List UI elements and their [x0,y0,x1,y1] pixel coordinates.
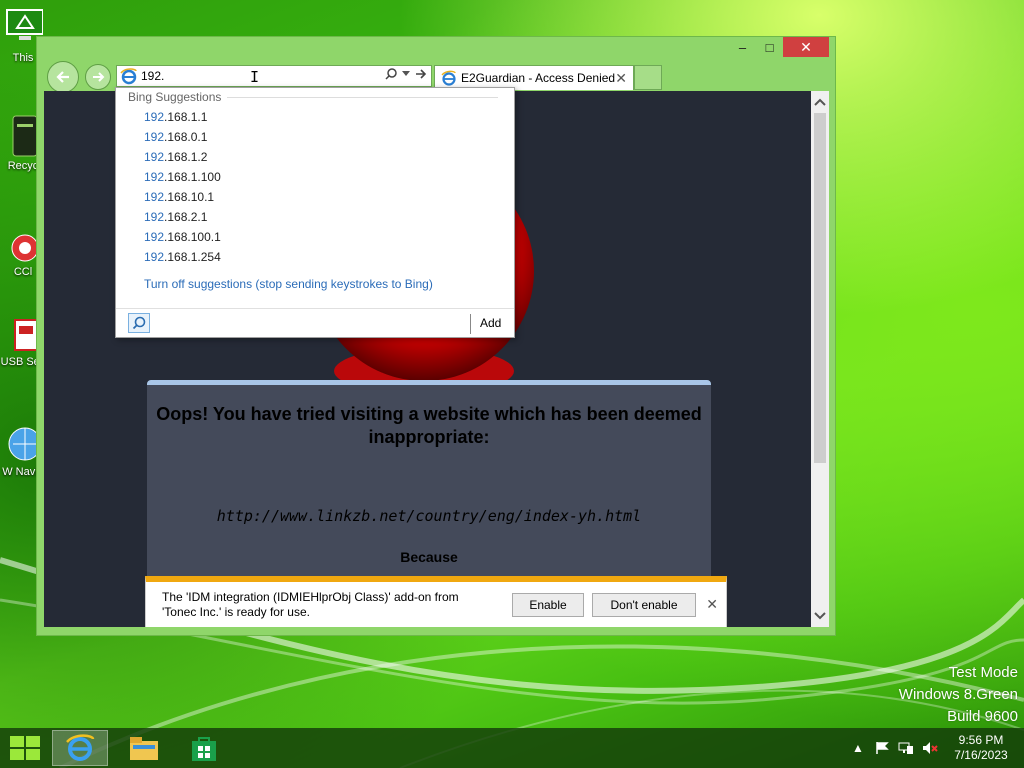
clock-date: 7/16/2023 [954,748,1008,762]
desktop-icon-label: CCl [13,266,33,278]
clock-time: 9:56 PM [958,733,1004,747]
notification-text: The 'IDM integration (IDMIEHlprObj Class… [162,590,459,619]
dont-enable-button[interactable]: Don't enable [592,593,696,617]
suggestion-rest: .168.1.2 [164,150,208,164]
because-label: Because [400,549,458,565]
suggestion-rest: .168.100.1 [164,230,221,244]
go-arrow-icon[interactable] [415,68,427,80]
suggestion-rest: .168.1.254 [164,250,221,264]
address-tools [385,68,427,80]
suggestion-match: 192 [144,250,165,264]
address-bar[interactable] [116,65,432,87]
arrow-left-icon [56,71,69,83]
suggestion-match: 192 [144,130,165,144]
watermark-line: Windows 8.Green [898,686,1018,703]
suggestions-footer: Add [116,308,514,338]
back-button[interactable] [47,61,79,93]
tab-close-icon[interactable]: ✕ [615,70,627,87]
suggestion-match: 192 [144,190,165,204]
taskbar-file-explorer[interactable] [116,730,172,766]
scroll-up-icon[interactable] [811,93,829,111]
forward-button[interactable] [85,64,111,90]
file-explorer-icon [130,737,158,760]
start-icon [10,736,40,760]
ie-icon [441,70,456,86]
suggestion-item[interactable]: 192.168.100.1 [144,230,221,244]
search-provider-button[interactable] [128,313,150,333]
arrow-right-icon [93,72,105,82]
suggestions-header: Bing Suggestions [128,90,498,104]
suggestion-match: 192 [144,110,165,124]
suggestion-item[interactable]: 192.168.1.254 [144,250,221,264]
watermark-line: Build 9600 [947,708,1018,725]
internet-explorer-icon [66,734,95,761]
suggestion-item[interactable]: 192.168.10.1 [144,190,214,204]
desktop-icon-label: This [12,52,34,64]
chevron-down-icon[interactable] [402,71,410,77]
blocked-url: http://www.linkzb.net/country/eng/index-… [216,507,642,525]
suggestion-match: 192 [144,150,165,164]
watermark-line: Test Mode [948,664,1018,681]
search-icon [132,316,146,330]
address-input[interactable] [138,67,358,85]
show-hidden-icons-icon[interactable]: ▲ [846,728,870,768]
desktop-icon-label: Recyc [7,160,39,172]
store-icon [192,737,216,761]
taskbar-internet-explorer[interactable] [52,730,108,766]
vertical-scrollbar[interactable] [811,91,829,627]
suggestion-match: 192 [144,230,165,244]
suggestion-item[interactable]: 192.168.1.1 [144,110,207,124]
text-cursor-icon: I [250,68,260,86]
maximize-button[interactable]: □ [756,37,783,57]
suggestions-header-label: Bing Suggestions [128,90,222,104]
addon-notification-bar: The 'IDM integration (IDMIEHlprObj Class… [145,576,727,627]
suggestion-rest: .168.10.1 [164,190,215,204]
system-tray: ▲ 9:56 PM 7/16/2023 [846,728,1024,768]
window-controls: – □ ✕ [729,37,829,57]
denied-title: Oops! You have tried visiting a website … [156,404,702,447]
footer-separator [470,314,471,334]
test-mode-watermark: Test Mode Windows 8.Green Build 9600 [899,662,1018,728]
scroll-thumb[interactable] [814,113,826,463]
suggestion-item[interactable]: 192.168.2.1 [144,210,207,224]
action-center-flag-icon[interactable] [870,728,894,768]
taskbar-clock[interactable]: 9:56 PM 7/16/2023 [946,733,1016,763]
add-provider-button[interactable]: Add [480,316,501,330]
suggestion-rest: .168.0.1 [164,130,208,144]
taskbar: ▲ 9:56 PM 7/16/2023 [0,728,1024,768]
suggestion-item[interactable]: 192.168.1.2 [144,150,207,164]
suggestion-item[interactable]: 192.168.1.100 [144,170,221,184]
search-icon[interactable] [385,68,397,80]
taskbar-store[interactable] [176,730,232,766]
ie-icon [120,68,137,85]
network-icon[interactable] [894,728,918,768]
suggestion-rest: .168.2.1 [164,210,208,224]
start-button[interactable] [0,730,50,766]
scroll-down-icon[interactable] [811,607,829,625]
turn-off-suggestions-link[interactable]: Turn off suggestions (stop sending keyst… [144,277,433,291]
enable-button[interactable]: Enable [512,593,584,617]
minimize-button[interactable]: – [729,37,756,57]
address-suggestions-dropdown: Bing Suggestions 192.168.1.1 192.168.0.1… [115,87,515,338]
close-icon[interactable]: ✕ [706,596,718,613]
suggestion-rest: .168.1.1 [164,110,208,124]
tab-title: E2Guardian - Access Denied [461,71,616,85]
suggestion-rest: .168.1.100 [164,170,221,184]
suggestion-match: 192 [144,210,165,224]
suggestion-match: 192 [144,170,165,184]
volume-muted-icon[interactable] [918,728,942,768]
close-button[interactable]: ✕ [783,37,829,57]
suggestion-item[interactable]: 192.168.0.1 [144,130,207,144]
new-tab-button[interactable] [634,65,662,90]
